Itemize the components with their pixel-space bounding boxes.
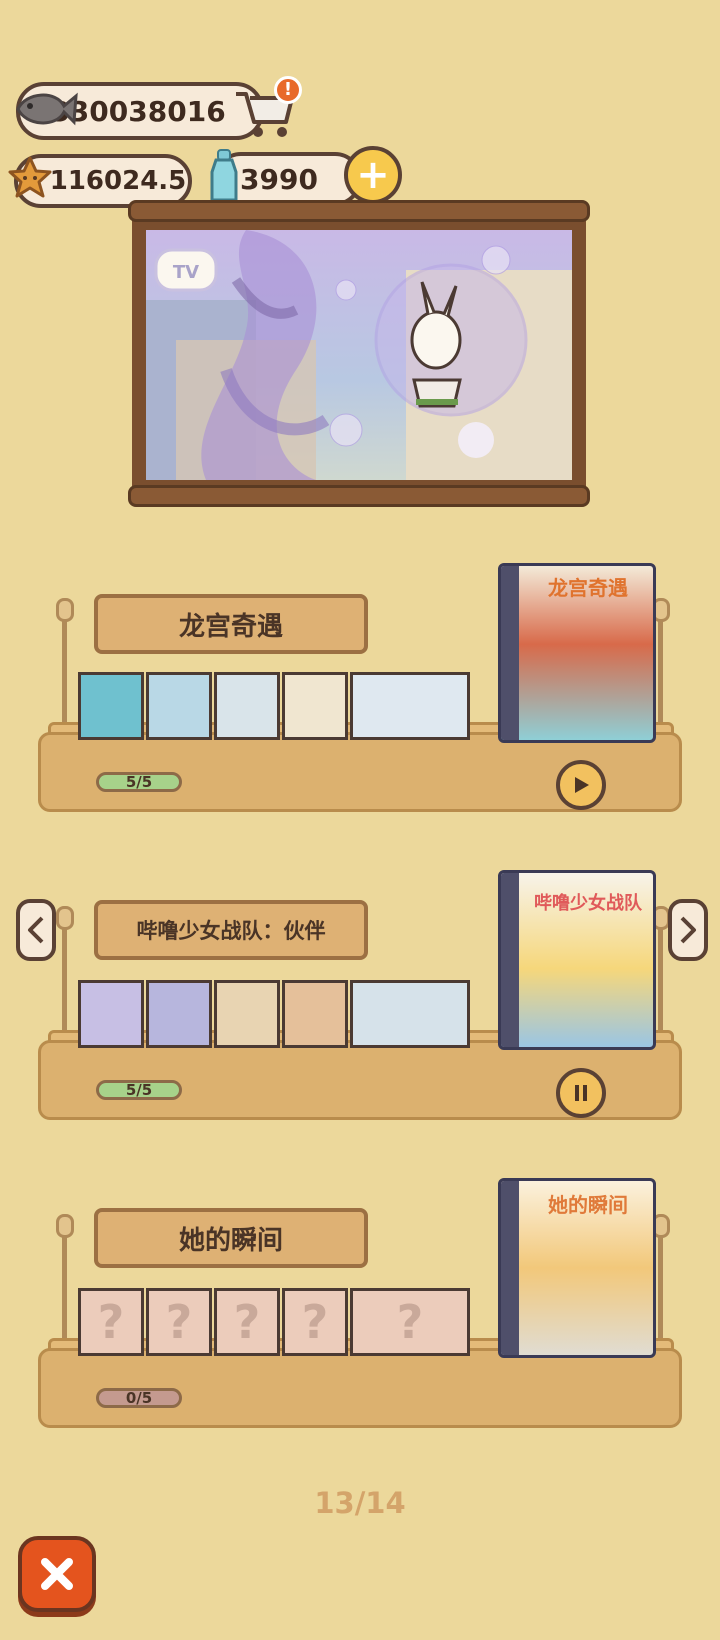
tv-bottom-bar xyxy=(128,485,590,507)
album-cover-title: 她的瞬间 xyxy=(548,1193,628,1217)
album-card[interactable] xyxy=(282,672,348,740)
shelf-pole xyxy=(62,912,67,1032)
album-card[interactable] xyxy=(350,980,470,1048)
shelf-pole xyxy=(658,1220,663,1340)
album-title-plank: 哔噜少女战队：伙伴 xyxy=(94,900,368,960)
album-cover[interactable]: 哔噜少女战队 xyxy=(498,870,656,1050)
album-card-strip[interactable] xyxy=(78,980,478,1052)
tv-screen[interactable]: TV xyxy=(146,230,572,480)
album-cover-title: 龙宫奇遇 xyxy=(548,576,628,600)
tv-top-bar xyxy=(128,200,590,222)
shelf-pole xyxy=(62,604,67,724)
album-progress: 0/5 xyxy=(96,1388,182,1408)
locked-card: ? xyxy=(214,1288,280,1356)
shelf-knob xyxy=(56,598,74,622)
album-progress: 5/5 xyxy=(96,772,182,792)
bottle-count: 3990 xyxy=(240,162,318,196)
shelf-knob xyxy=(56,1214,74,1238)
album-title: 哔噜少女战队：伙伴 xyxy=(136,919,326,943)
prev-page-button[interactable] xyxy=(16,899,56,961)
album-title: 她的瞬间 xyxy=(178,1225,283,1256)
notification-badge-icon: ! xyxy=(274,76,302,104)
tv-logo-label: TV xyxy=(173,262,199,283)
arrow-right-icon xyxy=(680,916,696,944)
locked-card: ? xyxy=(282,1288,348,1356)
album-card[interactable] xyxy=(78,980,144,1048)
tv-scene-illustration: TV xyxy=(146,230,572,480)
album-cover-title: 哔噜少女战队 xyxy=(534,893,642,914)
locked-card-mark: ? xyxy=(301,1295,329,1349)
star-icon xyxy=(8,156,52,198)
album-progress-label: 0/5 xyxy=(125,1389,153,1407)
shelf-pole xyxy=(658,912,663,1032)
shelf-knob xyxy=(56,906,74,930)
locked-card-mark: ? xyxy=(97,1295,125,1349)
bottle-icon xyxy=(210,149,238,202)
pause-icon xyxy=(575,1085,587,1101)
album-card[interactable] xyxy=(214,672,280,740)
pause-button[interactable] xyxy=(556,1068,606,1118)
play-button[interactable] xyxy=(556,760,606,810)
locked-card: ? xyxy=(78,1288,144,1356)
album-title-plank: 她的瞬间 xyxy=(94,1208,368,1268)
album-progress-label: 5/5 xyxy=(125,773,153,791)
album-cover[interactable]: 她的瞬间 xyxy=(498,1178,656,1358)
locked-card: ? xyxy=(350,1288,470,1356)
locked-card-mark: ? xyxy=(165,1295,193,1349)
next-page-button[interactable] xyxy=(668,899,708,961)
album-title: 龙宫奇遇 xyxy=(178,611,283,642)
shelf-pole xyxy=(62,1220,67,1340)
album-progress: 5/5 xyxy=(96,1080,182,1100)
arrow-left-icon xyxy=(28,916,44,944)
album-card[interactable] xyxy=(282,980,348,1048)
album-card[interactable] xyxy=(146,980,212,1048)
album-title-plank: 龙宫奇遇 xyxy=(94,594,368,654)
locked-card-mark: ? xyxy=(396,1295,424,1349)
album-cover[interactable]: 龙宫奇遇 xyxy=(498,563,656,743)
plus-icon: + xyxy=(356,152,390,198)
fish-icon xyxy=(16,92,78,126)
locked-card: ? xyxy=(146,1288,212,1356)
album-card[interactable] xyxy=(146,672,212,740)
album-card[interactable] xyxy=(214,980,280,1048)
album-card[interactable] xyxy=(78,672,144,740)
add-currency-button[interactable]: + xyxy=(344,146,402,204)
star-count: 116024.5 xyxy=(49,166,187,196)
close-icon xyxy=(41,1558,73,1590)
album-card-strip: ? ? ? ? ? xyxy=(78,1288,478,1360)
album-card[interactable] xyxy=(350,672,470,740)
page-indicator: 13/14 xyxy=(314,1486,406,1520)
locked-card-mark: ? xyxy=(233,1295,261,1349)
album-card-strip[interactable] xyxy=(78,672,478,744)
close-button[interactable] xyxy=(18,1536,96,1612)
shelf-pole xyxy=(658,604,663,724)
play-icon xyxy=(575,777,589,793)
album-progress-label: 5/5 xyxy=(125,1081,153,1099)
